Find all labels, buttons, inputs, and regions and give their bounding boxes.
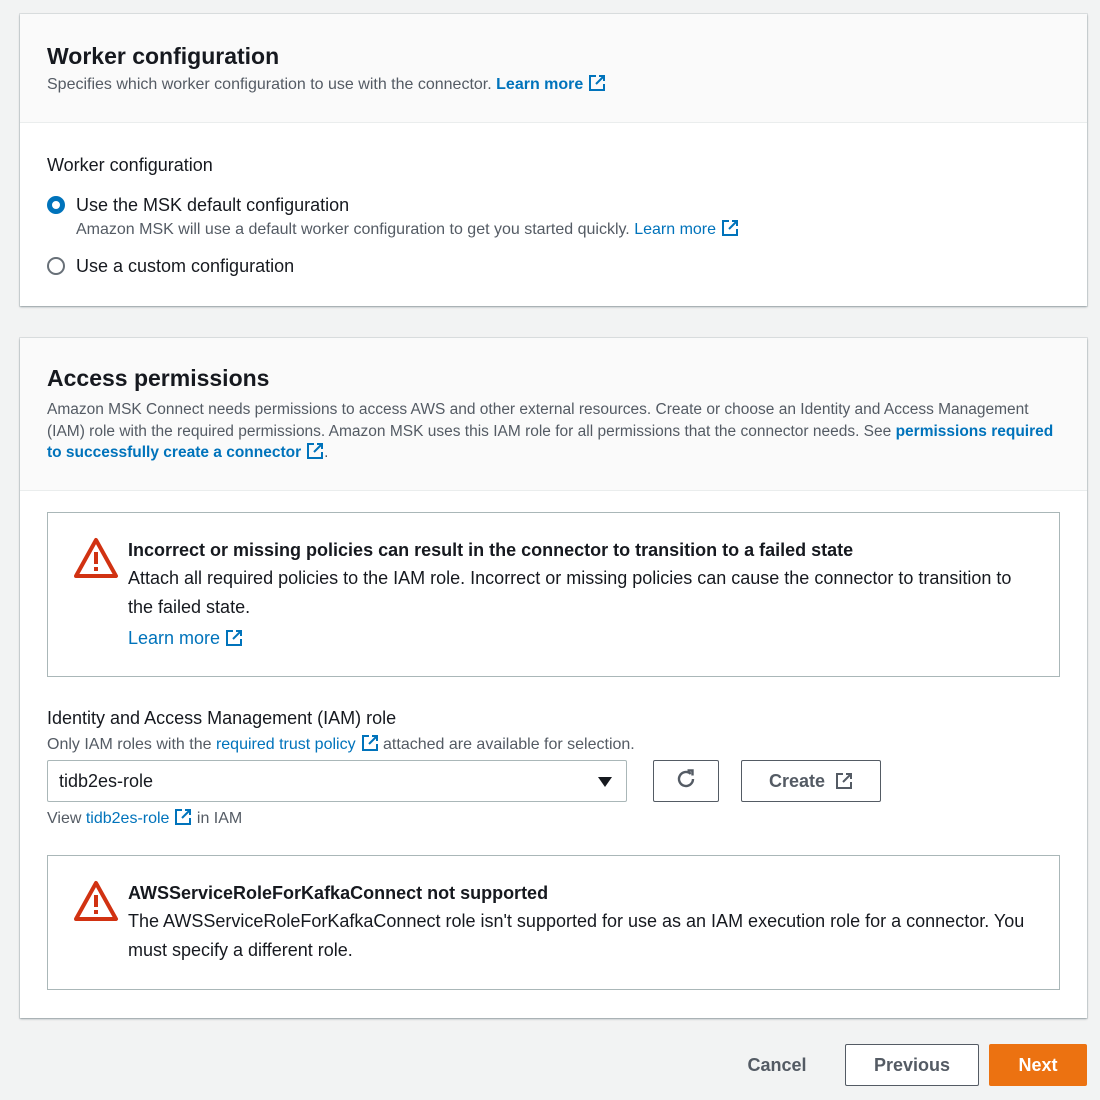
trust-policy-link[interactable]: required trust policy (215, 734, 379, 753)
radio-label: Use the MSK default configuration (76, 195, 350, 215)
refresh-button[interactable] (653, 760, 719, 802)
view-text-after: in IAM (196, 810, 243, 827)
iam-role-select[interactable]: tidb2es-role (47, 760, 627, 802)
learn-more-link[interactable]: Learn more (634, 219, 739, 238)
learn-more-label: Learn more (496, 76, 584, 93)
trust-policy-link-label: required trust policy (215, 736, 356, 753)
create-label: Create (768, 770, 826, 791)
access-permissions-panel: Access permissions Amazon MSK Connect ne… (20, 338, 1087, 1018)
panel-description: Specifies which worker configuration to … (47, 74, 1060, 95)
refresh-icon (675, 768, 697, 795)
iam-role-field: Identity and Access Management (IAM) rol… (47, 707, 635, 755)
external-link-icon (306, 442, 324, 460)
option-description-text: Amazon MSK will use a default worker con… (76, 221, 630, 238)
external-link-icon (361, 734, 379, 752)
radio-custom-config[interactable]: Use a custom configuration (47, 255, 294, 277)
radio-button-selected[interactable] (47, 196, 65, 214)
create-role-button[interactable]: Create (741, 760, 881, 802)
hint-text: Only IAM roles with the (47, 736, 212, 753)
worker-config-field: Worker configuration (47, 154, 213, 176)
view-role-link-label: tidb2es-role (85, 810, 170, 827)
next-button[interactable]: Next (989, 1044, 1087, 1086)
radio-label: Use a custom configuration (76, 256, 295, 276)
alert-body: AWSServiceRoleForKafkaConnect not suppor… (128, 881, 1039, 965)
access-permissions-header: Access permissions Amazon MSK Connect ne… (20, 338, 1087, 491)
worker-configuration-panel: Worker configuration Specifies which wor… (20, 14, 1087, 306)
warning-icon (73, 880, 119, 927)
caret-down-icon (598, 777, 612, 787)
description-text: Amazon MSK Connect needs permissions to … (47, 401, 1029, 440)
alert-text: The AWSServiceRoleForKafkaConnect role i… (128, 911, 1025, 960)
description-end: . (324, 444, 329, 461)
external-link-icon (588, 74, 606, 92)
field-label: Worker configuration (47, 155, 213, 175)
service-role-warning-alert: AWSServiceRoleForKafkaConnect not suppor… (47, 855, 1060, 990)
panel-description: Amazon MSK Connect needs permissions to … (47, 399, 1060, 464)
learn-more-link[interactable]: Learn more (496, 74, 606, 93)
previous-label: Previous (873, 1054, 951, 1075)
view-role-link[interactable]: tidb2es-role (85, 808, 193, 827)
learn-more-label: Learn more (634, 221, 717, 238)
hint-text-after: attached are available for selection. (383, 736, 635, 753)
learn-more-link[interactable]: Learn more (128, 624, 1039, 653)
view-role-hint: View tidb2es-role in IAM (47, 808, 242, 829)
description-text: Specifies which worker configuration to … (47, 76, 492, 93)
panel-title: Access permissions (47, 365, 270, 391)
cancel-label: Cancel (747, 1054, 807, 1075)
alert-title: Incorrect or missing policies can result… (128, 540, 854, 560)
radio-msk-default[interactable]: Use the MSK default configuration Amazon… (47, 194, 739, 240)
alert-text: Attach all required policies to the IAM … (128, 568, 1012, 617)
external-link-icon (174, 808, 192, 826)
alert-body: Incorrect or missing policies can result… (128, 538, 1039, 653)
panel-title: Worker configuration (47, 43, 280, 69)
cancel-button[interactable]: Cancel (728, 1044, 826, 1086)
worker-configuration-header: Worker configuration Specifies which wor… (20, 14, 1087, 123)
learn-more-label: Learn more (128, 628, 221, 648)
alert-title: AWSServiceRoleForKafkaConnect not suppor… (128, 883, 549, 903)
selected-value: tidb2es-role (59, 771, 154, 791)
external-link-icon (835, 772, 853, 790)
warning-icon (73, 537, 119, 584)
previous-button[interactable]: Previous (845, 1044, 979, 1086)
field-label: Identity and Access Management (IAM) rol… (47, 708, 397, 728)
radio-description: Amazon MSK will use a default worker con… (76, 219, 739, 240)
external-link-icon (721, 219, 739, 237)
view-text: View (47, 810, 82, 827)
policies-warning-alert: Incorrect or missing policies can result… (47, 512, 1060, 677)
next-label: Next (1018, 1054, 1058, 1075)
field-hint: Only IAM roles with the required trust p… (47, 734, 635, 755)
radio-button-unselected[interactable] (47, 257, 65, 275)
external-link-icon (225, 629, 243, 647)
